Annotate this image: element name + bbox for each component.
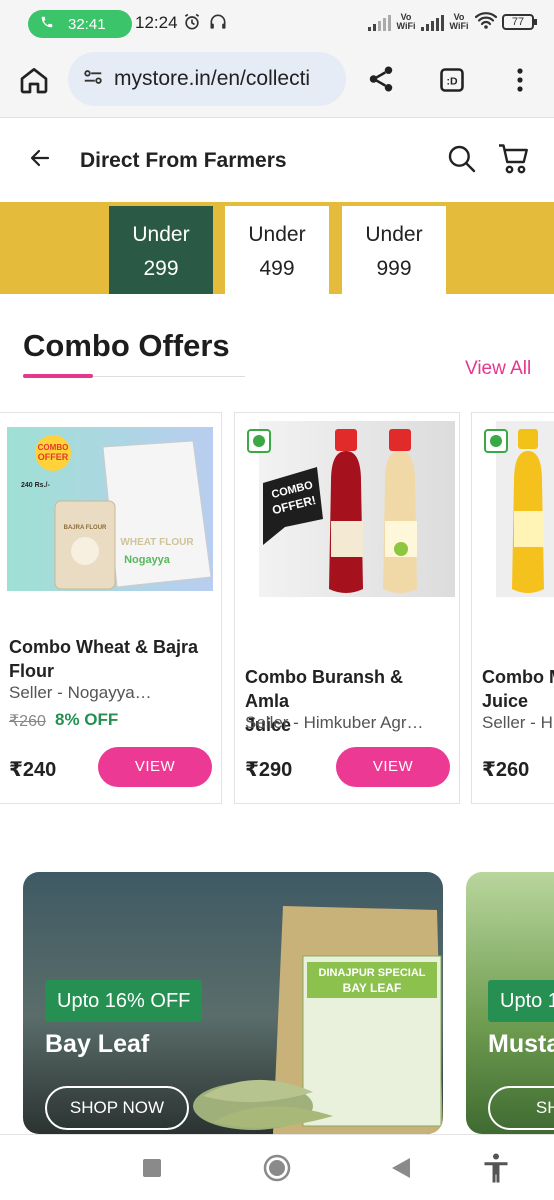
offer-badge: Upto 16% OFF — [45, 980, 203, 1022]
address-bar[interactable]: mystore.in/en/collecti — [68, 52, 346, 106]
offer-badge: Upto 1 — [488, 980, 554, 1022]
url-text: mystore.in/en/collecti — [114, 67, 311, 90]
product-name-line: Juice — [482, 691, 529, 711]
price-filter-band: Under 299 Under 499 Under 999 — [0, 202, 554, 294]
combo-badge-line2: OFFER — [38, 452, 69, 462]
price-filter-value: 499 — [259, 257, 295, 280]
banner-title: Bay Leaf — [45, 1030, 150, 1058]
site-settings-icon[interactable] — [82, 66, 104, 93]
promo-banner[interactable]: DINAJPUR SPECIAL BAY LEAF Upto 16% OFF B… — [23, 872, 443, 1134]
notification-icons — [182, 12, 228, 37]
app-header: Direct From Farmers — [0, 119, 554, 201]
accessibility-icon[interactable] — [482, 1153, 510, 1188]
product-price: ₹290 — [245, 759, 293, 781]
section-title: Combo Offers — [23, 328, 230, 363]
section-accent-bar — [23, 374, 93, 378]
signal-strength-icon — [421, 13, 444, 31]
bay-leaf-pack-image: DINAJPUR SPECIAL BAY LEAF — [193, 906, 443, 1134]
price-filter-value: 299 — [143, 257, 179, 280]
product-name-line: Combo Wheat & Bajra — [9, 637, 199, 657]
wifi-icon — [474, 10, 498, 33]
price-filter-under-999[interactable]: Under 999 — [342, 204, 446, 294]
bag-label: BAJRA FLOUR — [64, 525, 107, 531]
back-button-icon[interactable] — [392, 1158, 410, 1183]
share-icon[interactable] — [366, 64, 396, 99]
browser-toolbar: mystore.in/en/collecti :D — [0, 46, 554, 118]
clock: 12:24 — [135, 13, 178, 32]
view-button[interactable]: VIEW — [336, 747, 450, 787]
recents-icon[interactable] — [143, 1159, 161, 1182]
product-card[interactable]: Combo M Juice Seller - H ₹260 — [471, 412, 554, 804]
product-seller: Seller - Nogayya… — [9, 683, 152, 702]
vowifi-label: Vo WiFi — [449, 11, 469, 31]
product-image: COMBO OFFER! — [259, 421, 455, 597]
banner-title: Musta — [488, 1030, 554, 1058]
search-icon[interactable] — [446, 143, 478, 180]
price-filter-under-499[interactable]: Under 499 — [225, 204, 329, 294]
home-icon[interactable] — [18, 64, 50, 101]
vowifi-label: Vo WiFi — [396, 11, 416, 31]
price-filter-label: Under — [248, 223, 306, 246]
call-timer: 32:41 — [68, 15, 106, 33]
veg-indicator-icon — [484, 429, 508, 453]
pack-title-line1: DINAJPUR SPECIAL — [319, 967, 426, 979]
bag-label: WHEAT FLOUR — [120, 537, 194, 548]
product-mrp: ₹260 — [9, 713, 46, 730]
battery-indicator: 77 — [502, 13, 537, 30]
combo-badge-line1: COMBO — [38, 443, 69, 452]
home-button-icon[interactable] — [263, 1154, 291, 1187]
cart-icon[interactable] — [496, 141, 532, 182]
product-price: ₹260 — [482, 759, 530, 781]
more-options-icon[interactable] — [508, 66, 532, 99]
view-button[interactable]: VIEW — [98, 747, 212, 787]
price-filter-label: Under — [365, 223, 423, 246]
system-navigation-bar — [0, 1134, 554, 1200]
price-filter-value: 999 — [376, 257, 412, 280]
promo-banner[interactable]: Upto 1 Musta SHOP — [466, 872, 554, 1134]
signal-strength-icon — [368, 13, 391, 31]
product-price: ₹240 — [9, 759, 57, 781]
product-name-line: Combo Buransh & Amla — [245, 667, 404, 711]
system-status-icons: Vo WiFi Vo WiFi 77 — [368, 10, 537, 33]
product-name-line: Combo M — [482, 667, 554, 687]
pack-title-line2: BAY LEAF — [343, 981, 402, 995]
product-name: Combo M Juice — [482, 665, 554, 713]
svg-text::D: :D — [446, 76, 457, 88]
product-card[interactable]: COMBO OFFER 240 Rs./- WHEAT FLOUR Nogayy… — [0, 412, 222, 804]
page-title: Direct From Farmers — [80, 149, 287, 172]
product-name: Combo Wheat & Bajra Flour — [9, 635, 214, 683]
product-seller: Seller - H — [482, 713, 553, 732]
price-filter-label: Under — [132, 223, 190, 246]
bag-brand: Nogayya — [124, 554, 171, 566]
headphones-icon — [208, 12, 228, 37]
alarm-icon — [182, 12, 202, 37]
back-arrow-icon[interactable] — [28, 146, 52, 175]
tab-switcher-icon[interactable]: :D — [438, 66, 466, 99]
product-name-line: Flour — [9, 661, 54, 681]
price-filter-under-299[interactable]: Under 299 — [109, 204, 213, 294]
status-bar: 32:41 12:24 Vo WiFi Vo WiFi 77 — [0, 0, 554, 46]
product-seller: Seller - Himkuber Agr… — [245, 713, 424, 732]
product-image: COMBO OFFER 240 Rs./- WHEAT FLOUR Nogayy… — [7, 427, 213, 591]
shop-now-button[interactable]: SHOP — [488, 1086, 554, 1130]
veg-indicator-icon — [247, 429, 271, 453]
product-discount: 8% OFF — [55, 710, 119, 729]
product-card[interactable]: COMBO OFFER! Combo Buransh & Amla Juice … — [234, 412, 460, 804]
phone-icon — [40, 15, 54, 33]
view-all-link[interactable]: View All — [465, 358, 531, 380]
image-price-caption: 240 Rs./- — [21, 482, 50, 489]
ongoing-call-indicator[interactable]: 32:41 — [28, 10, 132, 38]
shop-now-button[interactable]: SHOP NOW — [45, 1086, 189, 1130]
